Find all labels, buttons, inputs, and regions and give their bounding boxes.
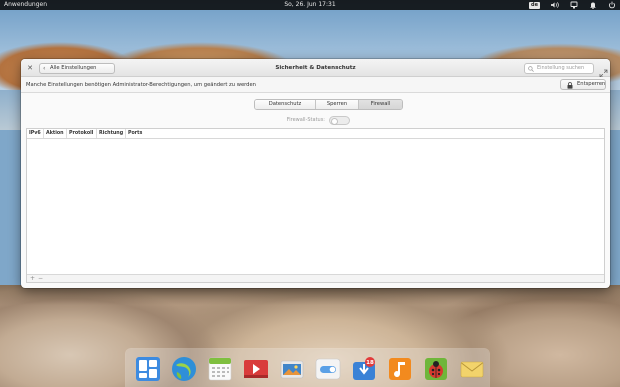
maximize-icon[interactable] [599, 63, 608, 78]
lock-icon [567, 81, 573, 93]
dock-web-browser-icon[interactable] [171, 356, 197, 382]
table-header: IPv6 Aktion Protokoll Richtung Ports [27, 129, 604, 139]
search-placeholder: Einstellung suchen [537, 65, 585, 71]
firewall-status-row: Firewall-Status: [21, 115, 610, 125]
panel-clock[interactable]: So, 26. Jun 17:31 [0, 0, 620, 10]
permission-info-text: Manche Einstellungen benötigen Administr… [26, 82, 256, 88]
column-header-ipv6[interactable]: IPv6 [27, 129, 44, 138]
table-actionbar: + − [27, 274, 604, 282]
network-icon[interactable] [570, 1, 578, 9]
firewall-rules-table: IPv6 Aktion Protokoll Richtung Ports + − [26, 128, 605, 283]
column-header-protokoll[interactable]: Protokoll [67, 129, 97, 138]
dock-photos-icon[interactable] [279, 356, 305, 382]
column-header-ports[interactable]: Ports [126, 129, 146, 138]
search-icon [528, 65, 534, 76]
column-header-richtung[interactable]: Richtung [97, 129, 126, 138]
column-header-aktion[interactable]: Aktion [44, 129, 67, 138]
appcenter-update-badge: 18 [366, 360, 374, 366]
remove-rule-button[interactable]: − [38, 275, 43, 283]
volume-icon[interactable] [551, 1, 559, 9]
system-tray: de [529, 0, 616, 10]
dock: 18 [126, 349, 489, 387]
tab-sperren[interactable]: Sperren [316, 100, 359, 109]
keyboard-layout-indicator[interactable]: de [529, 1, 540, 9]
dock-system-settings-icon[interactable] [315, 356, 341, 382]
notifications-icon[interactable] [589, 1, 597, 9]
dock-calendar-icon[interactable] [207, 356, 233, 382]
privacy-tabs: Datenschutz Sperren Firewall [254, 99, 403, 110]
add-rule-button[interactable]: + [30, 275, 35, 283]
top-panel: Anwendungen So, 26. Jun 17:31 de [0, 0, 620, 10]
tab-firewall[interactable]: Firewall [359, 100, 402, 109]
wallpaper-shadow [0, 285, 620, 305]
window-title: Sicherheit & Datenschutz [275, 65, 356, 71]
firewall-toggle[interactable] [329, 116, 350, 125]
window-titlebar[interactable]: ✕ ‹ Alle Einstellungen Sicherheit & Date… [21, 59, 610, 78]
toggle-knob [331, 117, 338, 125]
dock-multitasking-view-icon[interactable] [135, 356, 161, 382]
permission-infobar: Manche Einstellungen benötigen Administr… [21, 77, 610, 93]
firewall-status-label: Firewall-Status: [286, 117, 325, 123]
dock-mail-icon[interactable] [459, 356, 485, 382]
dock-videos-icon[interactable] [243, 356, 269, 382]
tab-datenschutz[interactable]: Datenschutz [255, 100, 316, 109]
power-icon[interactable] [608, 1, 616, 9]
settings-search-input[interactable]: Einstellung suchen [524, 63, 594, 74]
dock-bug-app-icon[interactable] [423, 356, 449, 382]
unlock-button[interactable]: Entsperren [560, 79, 606, 90]
dock-music-icon[interactable] [387, 356, 413, 382]
dock-appcenter-icon[interactable]: 18 [351, 356, 377, 382]
unlock-label: Entsperren [577, 81, 606, 87]
settings-window: ✕ ‹ Alle Einstellungen Sicherheit & Date… [21, 59, 610, 288]
